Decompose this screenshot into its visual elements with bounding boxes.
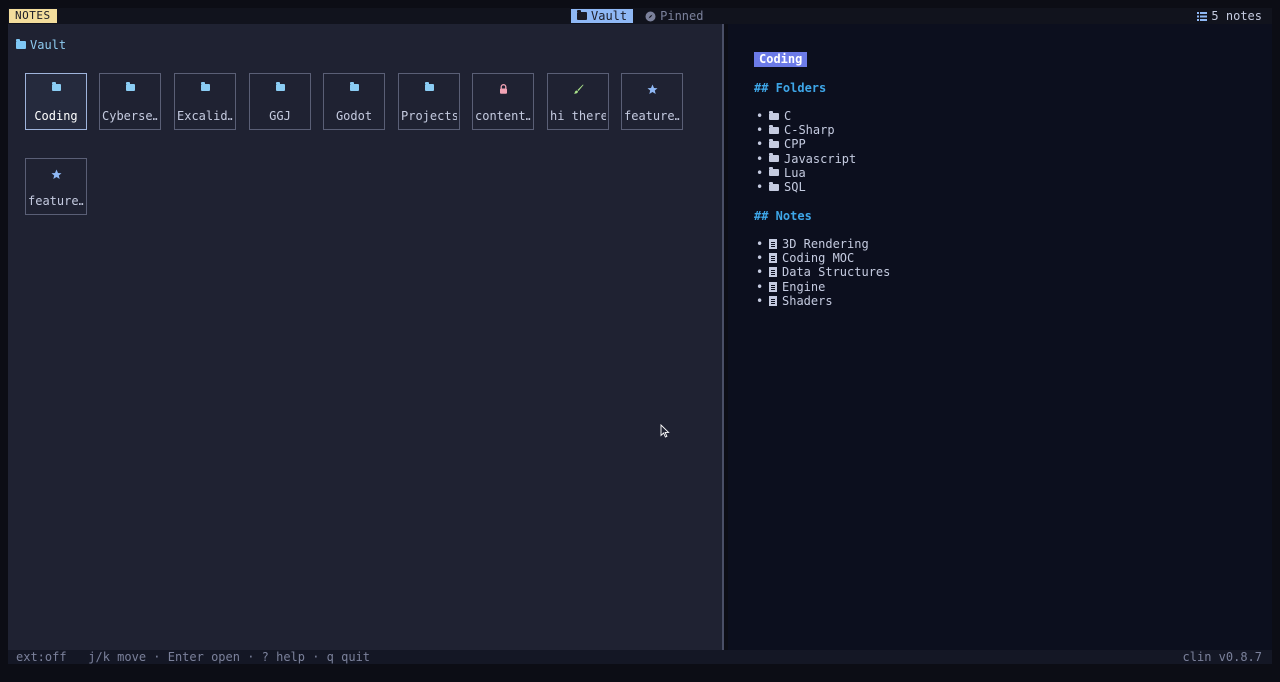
- tab-vault[interactable]: Vault: [571, 9, 634, 23]
- folder-item[interactable]: • Javascript: [756, 152, 856, 166]
- folder-item[interactable]: • Lua: [756, 166, 856, 180]
- star-icon: [51, 169, 61, 179]
- tile-content[interactable]: content…: [472, 73, 534, 130]
- folder-icon: [769, 124, 779, 134]
- folders-heading: ## Folders: [754, 81, 827, 95]
- compass-icon: [645, 11, 656, 21]
- tile-label: GGJ: [269, 109, 291, 123]
- folder-icon: [577, 10, 587, 20]
- star-icon: [647, 84, 657, 94]
- tile-ggj[interactable]: GGJ: [249, 73, 311, 130]
- folder-icon: [349, 82, 359, 91]
- folder-item-label: SQL: [784, 179, 806, 194]
- note-item[interactable]: • Engine: [756, 280, 890, 294]
- tile-label: Coding: [34, 109, 78, 123]
- tile-label: Cyberse…: [102, 109, 158, 123]
- document-icon: [769, 267, 777, 278]
- folder-icon: [769, 181, 779, 191]
- brush-icon: [573, 84, 583, 94]
- ext-status: ext:off: [16, 650, 67, 664]
- tab-bar: Vault Pinned: [571, 9, 709, 23]
- tile-label: feature…: [624, 109, 680, 123]
- app-window: NOTES Vault Pinned 5 notes Vault Coding …: [0, 0, 1280, 682]
- document-icon: [769, 253, 777, 264]
- notes-list: • 3D Rendering • Coding MOC • Data Structur…: [756, 237, 890, 308]
- folder-icon: [275, 82, 285, 91]
- folder-icon: [769, 110, 779, 120]
- note-item[interactable]: • 3D Rendering: [756, 237, 890, 251]
- tile-projects[interactable]: Projects: [398, 73, 460, 130]
- tile-feature-1[interactable]: feature…: [621, 73, 683, 130]
- version-label: clin v0.8.7: [1182, 650, 1262, 664]
- tile-label: Excalid…: [177, 109, 233, 123]
- tile-coding[interactable]: Coding: [25, 73, 87, 130]
- folder-icon: [769, 167, 779, 177]
- key-hints: j/k move · Enter open · ? help · q quit: [88, 650, 371, 664]
- note-item[interactable]: • Coding MOC: [756, 251, 890, 265]
- top-bar: NOTES Vault Pinned 5 notes: [8, 8, 1272, 24]
- tile-label: feature…: [28, 194, 84, 208]
- folder-item[interactable]: • C-Sharp: [756, 123, 856, 137]
- breadcrumb[interactable]: Vault: [16, 38, 66, 52]
- pane-divider[interactable]: [722, 24, 724, 664]
- note-item-label: Coding MOC: [782, 251, 855, 266]
- list-icon: [1197, 11, 1208, 21]
- status-bar: ext:off j/k move · Enter open · ? help ·…: [8, 650, 1272, 664]
- folder-icon: [424, 82, 434, 91]
- mouse-cursor-icon: [660, 424, 670, 438]
- status-left: ext:off j/k move · Enter open · ? help ·…: [16, 650, 370, 664]
- tab-pinned-label: Pinned: [660, 9, 704, 23]
- folder-item[interactable]: • C: [756, 109, 856, 123]
- folder-item-label: CPP: [784, 137, 806, 152]
- preview-title: Coding: [754, 52, 808, 67]
- tab-pinned[interactable]: Pinned: [639, 9, 709, 23]
- folders-list: • C • C-Sharp • CPP • Javascript • Lua • SQL: [756, 109, 856, 194]
- breadcrumb-label: Vault: [30, 38, 67, 52]
- document-icon: [769, 239, 777, 250]
- tile-feature-2[interactable]: feature…: [25, 158, 87, 215]
- folder-icon: [125, 82, 135, 91]
- notes-count-label: 5 notes: [1211, 9, 1262, 23]
- tile-label: Projects: [401, 109, 457, 123]
- folder-icon: [51, 82, 61, 91]
- tile-excalidraw[interactable]: Excalid…: [174, 73, 236, 130]
- tile-label: content…: [475, 109, 531, 123]
- notes-count: 5 notes: [1197, 8, 1262, 24]
- tile-label: Godot: [335, 109, 373, 123]
- document-icon: [769, 281, 777, 292]
- tab-vault-label: Vault: [591, 9, 628, 23]
- document-icon: [769, 295, 777, 306]
- folder-icon: [200, 82, 210, 91]
- folder-item-label: C-Sharp: [784, 123, 835, 138]
- lock-icon: [499, 84, 507, 94]
- note-item[interactable]: • Shaders: [756, 294, 890, 308]
- note-item-label: 3D Rendering: [782, 237, 869, 251]
- tile-cybersecurity[interactable]: Cyberse…: [99, 73, 161, 130]
- note-item[interactable]: • Data Structures: [756, 265, 890, 279]
- app-badge: NOTES: [9, 9, 57, 23]
- folder-item-label: Javascript: [784, 151, 857, 166]
- tile-godot[interactable]: Godot: [323, 73, 385, 130]
- note-item-label: Data Structures: [782, 265, 891, 280]
- notes-heading: ## Notes: [754, 209, 812, 223]
- folder-item[interactable]: • CPP: [756, 137, 856, 151]
- vault-browser: Vault Coding Cyberse… Excalid… GGJ Godot…: [8, 24, 722, 650]
- folder-item-label: C: [784, 109, 792, 123]
- folder-icon: [16, 39, 26, 49]
- folder-icon: [769, 153, 779, 163]
- preview-pane: Coding ## Folders • C • C-Sharp • CPP • Java…: [728, 24, 1272, 650]
- folder-item[interactable]: • SQL: [756, 180, 856, 194]
- note-item-label: Shaders: [782, 293, 833, 308]
- tile-label: hi there: [550, 109, 606, 123]
- note-item-label: Engine: [782, 279, 826, 294]
- folder-item-label: Lua: [784, 165, 806, 180]
- folder-icon: [769, 138, 779, 148]
- tile-hi-there[interactable]: hi there: [547, 73, 609, 130]
